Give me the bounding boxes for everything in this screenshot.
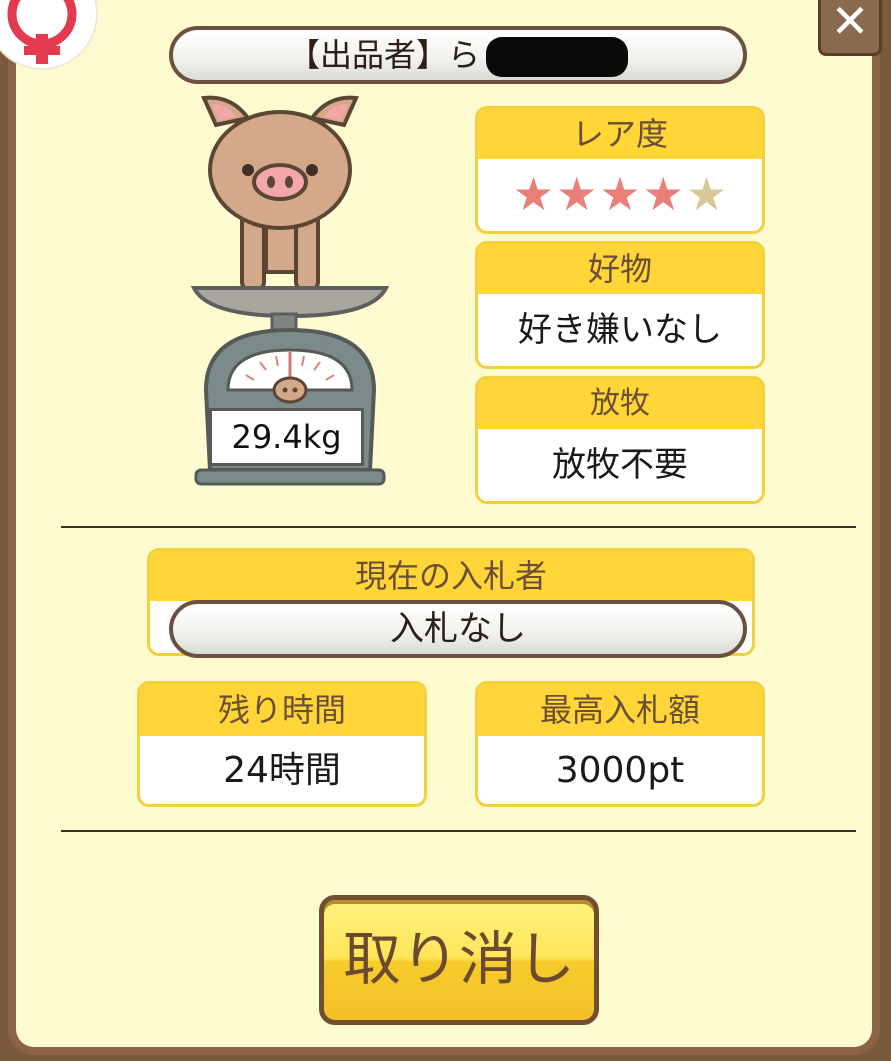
star-filled-icon: ★ bbox=[512, 167, 555, 221]
time-left-value: 24時間 bbox=[223, 750, 341, 791]
seller-label: 【出品者】ら bbox=[287, 36, 480, 74]
rarity-title: レア度 bbox=[478, 109, 762, 159]
star-filled-icon: ★ bbox=[642, 167, 684, 221]
redacted-seller-name bbox=[486, 37, 628, 77]
corner-badge-icon bbox=[0, 0, 96, 68]
grazing-box: 放牧 放牧不要 bbox=[475, 376, 765, 504]
cancel-button[interactable]: 取り消し bbox=[319, 895, 599, 1025]
divider-top bbox=[61, 526, 856, 528]
grazing-value: 放牧不要 bbox=[552, 445, 688, 485]
highest-bid-title: 最高入札額 bbox=[478, 684, 762, 736]
time-left-title: 残り時間 bbox=[140, 684, 424, 736]
rarity-stars: ★ ★ ★ ★ ★ bbox=[478, 159, 762, 229]
seller-name-field: 【出品者】ら bbox=[169, 26, 747, 84]
current-bidder-value: 入札なし bbox=[169, 600, 747, 658]
rarity-box: レア度 ★ ★ ★ ★ ★ bbox=[475, 106, 765, 234]
divider-bottom bbox=[61, 830, 856, 832]
star-empty-icon: ★ bbox=[685, 167, 728, 221]
time-left-box: 残り時間 24時間 bbox=[137, 681, 427, 807]
highest-bid-box: 最高入札額 3000pt bbox=[475, 681, 765, 807]
auction-detail-panel: ✕ 【出品者】ら 29.4kg レア度 ★ ★ ★ ★ ★ 好物 好き嫌いなし … bbox=[0, 0, 882, 1055]
pig-weight-display: 29.4kg bbox=[209, 408, 364, 466]
star-filled-icon: ★ bbox=[599, 167, 641, 221]
favorite-food-title: 好物 bbox=[478, 244, 762, 294]
highest-bid-value: 3000pt bbox=[555, 750, 685, 791]
close-icon: ✕ bbox=[830, 0, 870, 48]
star-filled-icon: ★ bbox=[556, 167, 598, 221]
grazing-title: 放牧 bbox=[478, 379, 762, 429]
current-bidder-title: 現在の入札者 bbox=[150, 551, 752, 601]
favorite-food-value: 好き嫌いなし bbox=[518, 310, 722, 350]
close-button[interactable]: ✕ bbox=[818, 0, 882, 56]
favorite-food-box: 好物 好き嫌いなし bbox=[475, 241, 765, 369]
